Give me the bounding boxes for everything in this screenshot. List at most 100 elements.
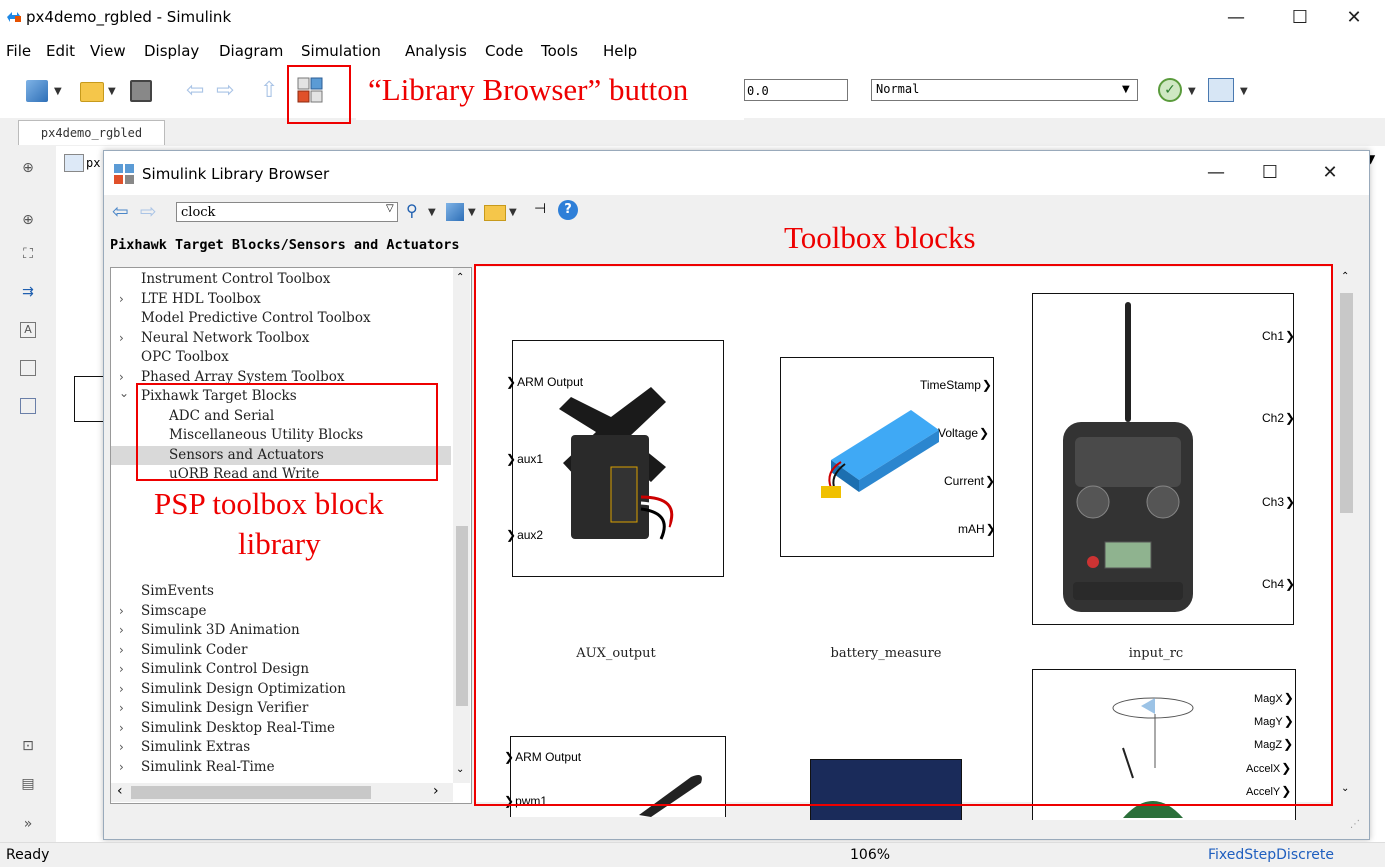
model-browser-icon[interactable]: ▤ xyxy=(17,774,39,794)
resize-grip-icon[interactable]: ⋰ xyxy=(1350,819,1360,830)
chevron-right-icon[interactable]: › xyxy=(119,699,124,719)
psp-library-highlight xyxy=(136,383,438,481)
check-dropdown-arrow[interactable]: ▼ xyxy=(1188,86,1196,97)
menu-edit[interactable]: Edit xyxy=(46,42,75,60)
lib-back-icon[interactable]: ⇦ xyxy=(112,199,129,223)
search-dropdown-arrow[interactable]: ▽ xyxy=(386,203,394,214)
open-dropdown-arrow[interactable]: ▼ xyxy=(108,86,116,97)
tree-item[interactable]: › Simscape xyxy=(111,602,451,622)
chevron-right-icon[interactable]: › xyxy=(119,738,124,758)
tree-item[interactable]: Instrument Control Toolbox xyxy=(111,270,451,290)
tree-item[interactable]: SimEvents xyxy=(111,582,451,602)
expand-palette-icon[interactable]: » xyxy=(17,814,39,834)
library-minimize-button[interactable]: — xyxy=(1196,159,1236,187)
lib-new-model-icon[interactable] xyxy=(446,203,464,221)
hide-explorer-icon[interactable]: ⊕ xyxy=(17,158,39,178)
close-button[interactable]: ✕ xyxy=(1334,4,1374,32)
canvas-breadcrumb[interactable]: px xyxy=(86,156,100,170)
search-options-arrow[interactable]: ▼ xyxy=(428,207,436,218)
chevron-right-icon[interactable]: › xyxy=(119,641,124,661)
new-dropdown-arrow[interactable]: ▼ xyxy=(54,86,62,97)
tree-item[interactable]: OPC Toolbox xyxy=(111,348,451,368)
menu-tools[interactable]: Tools xyxy=(541,42,578,60)
tree-item[interactable]: › Simulink Coder xyxy=(111,641,451,661)
library-toolbar: ⇦ ⇨ clock ▽ ⚲ ▼ ▼ ▼ ⊣ ? xyxy=(104,195,1369,231)
scroll-down-icon[interactable]: ⌄ xyxy=(456,764,464,775)
chevron-right-icon[interactable]: › xyxy=(119,660,124,680)
maximize-button[interactable]: ☐ xyxy=(1280,4,1320,32)
up-arrow-icon[interactable]: ⇧ xyxy=(260,78,278,103)
back-arrow-icon[interactable]: ⇦ xyxy=(186,78,204,103)
annotation-icon[interactable]: A xyxy=(20,322,36,338)
fit-view-icon[interactable]: ⛶ xyxy=(17,244,39,264)
tree-scroll-thumb[interactable] xyxy=(456,526,468,706)
lib-forward-icon[interactable]: ⇨ xyxy=(140,199,157,223)
screenshot-icon[interactable]: ⊡ xyxy=(17,736,39,756)
scroll-up-icon[interactable]: ⌃ xyxy=(1341,271,1349,282)
library-close-button[interactable]: ✕ xyxy=(1310,159,1350,187)
library-search-input[interactable]: clock xyxy=(176,202,398,222)
help-icon[interactable]: ? xyxy=(558,200,578,220)
chevron-right-icon[interactable]: › xyxy=(119,758,124,778)
build-dropdown-arrow[interactable]: ▼ xyxy=(1240,86,1248,97)
status-bar: Ready 106% FixedStepDiscrete xyxy=(0,842,1385,867)
menu-analysis[interactable]: Analysis xyxy=(405,42,467,60)
menu-file[interactable]: File xyxy=(6,42,31,60)
menu-view[interactable]: View xyxy=(90,42,126,60)
tree-item[interactable]: Model Predictive Control Toolbox xyxy=(111,309,451,329)
pin-icon[interactable]: ⊣ xyxy=(534,201,546,217)
tree-item[interactable]: › Simulink Real-Time xyxy=(111,758,451,778)
tool-palette: ⊕ ⊕ ⛶ ⇉ A ⊡ ▤ » xyxy=(0,146,57,842)
menu-diagram[interactable]: Diagram xyxy=(219,42,283,60)
chevron-down-icon[interactable]: ⌄ xyxy=(119,384,129,404)
scroll-left-icon[interactable]: ‹ xyxy=(117,783,123,799)
menu-help[interactable]: Help xyxy=(603,42,637,60)
save-icon[interactable] xyxy=(130,80,152,102)
scroll-down-icon[interactable]: ⌄ xyxy=(1341,783,1349,794)
scroll-up-icon[interactable]: ⌃ xyxy=(456,272,464,283)
status-solver[interactable]: FixedStepDiscrete xyxy=(1208,847,1334,863)
tree-item[interactable]: › Simulink Desktop Real-Time xyxy=(111,719,451,739)
open-folder-icon[interactable] xyxy=(80,82,104,102)
signal-arrows-icon[interactable]: ⇉ xyxy=(17,282,39,302)
tree-item[interactable]: › Simulink 3D Animation xyxy=(111,621,451,641)
blocks-vertical-scrollbar[interactable]: ⌃ ⌄ xyxy=(1336,267,1356,802)
lib-open-dropdown-arrow[interactable]: ▼ xyxy=(509,207,517,218)
lib-new-dropdown-arrow[interactable]: ▼ xyxy=(468,207,476,218)
blocks-scroll-thumb[interactable] xyxy=(1340,293,1353,513)
tree-item[interactable]: › Neural Network Toolbox xyxy=(111,329,451,349)
scroll-right-icon[interactable]: › xyxy=(433,783,439,799)
tree-item[interactable]: › Simulink Extras xyxy=(111,738,451,758)
forward-arrow-icon[interactable]: ⇨ xyxy=(216,78,234,103)
tree-hscroll-thumb[interactable] xyxy=(131,786,371,799)
tree-horizontal-scrollbar[interactable]: ‹ › xyxy=(111,783,453,802)
tree-item[interactable]: › Simulink Control Design xyxy=(111,660,451,680)
menu-code[interactable]: Code xyxy=(485,42,523,60)
image-icon[interactable] xyxy=(20,360,36,376)
chevron-right-icon[interactable]: › xyxy=(119,290,124,310)
tree-item[interactable]: › Simulink Design Optimization xyxy=(111,680,451,700)
minimize-button[interactable]: — xyxy=(1216,4,1256,32)
chevron-right-icon[interactable]: › xyxy=(119,602,124,622)
chevron-right-icon[interactable]: › xyxy=(119,680,124,700)
tree-vertical-scrollbar[interactable]: ⌃ ⌄ xyxy=(453,268,470,783)
chevron-right-icon[interactable]: › xyxy=(119,329,124,349)
tree-item[interactable]: › LTE HDL Toolbox xyxy=(111,290,451,310)
lib-open-folder-icon[interactable] xyxy=(484,205,506,221)
zoom-icon[interactable]: ⊕ xyxy=(17,210,39,230)
menu-display[interactable]: Display xyxy=(144,42,199,60)
area-icon[interactable] xyxy=(20,398,36,414)
chevron-right-icon[interactable]: › xyxy=(119,621,124,641)
sim-mode-select[interactable]: Normal ▼ xyxy=(871,79,1138,101)
tree-item[interactable]: › Simulink Design Verifier xyxy=(111,699,451,719)
stop-time-input[interactable]: 0.0 xyxy=(744,79,848,101)
build-icon[interactable] xyxy=(1208,78,1234,102)
check-icon[interactable]: ✓ xyxy=(1158,78,1182,102)
search-icon[interactable]: ⚲ xyxy=(406,201,418,220)
tab-model[interactable]: px4demo_rgbled xyxy=(18,120,165,145)
library-maximize-button[interactable]: ☐ xyxy=(1250,159,1290,187)
menu-simulation[interactable]: Simulation xyxy=(301,42,381,60)
library-title: Simulink Library Browser xyxy=(142,165,330,183)
chevron-right-icon[interactable]: › xyxy=(119,719,124,739)
new-model-icon[interactable] xyxy=(26,80,48,102)
